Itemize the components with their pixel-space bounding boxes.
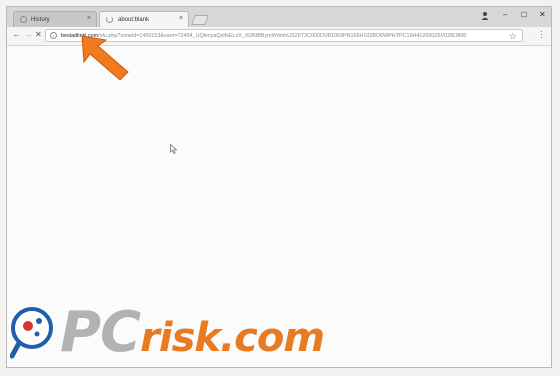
new-tab-button[interactable] (191, 15, 209, 25)
minimize-button[interactable]: – (503, 10, 507, 19)
url-path: /xfu.php?zoneid=1450153&varn=72494_UQkmy… (98, 32, 467, 39)
watermark-risk: risk.com (140, 315, 325, 361)
back-button[interactable]: ← (12, 29, 21, 39)
tab-close-icon[interactable]: × (179, 15, 183, 22)
pcrisk-logo-icon (10, 307, 53, 359)
maximize-button[interactable]: ☐ (521, 11, 527, 19)
forward-button[interactable]: → (24, 29, 33, 39)
loading-spinner-icon (106, 16, 113, 23)
tab-history[interactable]: History × (13, 11, 97, 27)
star-icon[interactable]: ☆ (509, 31, 517, 41)
annotation-arrow-icon (81, 35, 129, 81)
tab-close-icon[interactable]: × (87, 15, 91, 22)
screenshot-frame: History × about:blank × – ☐ ✕ ← → ✕ i be… (0, 0, 560, 376)
menu-icon[interactable]: · · · (540, 28, 543, 42)
profile-icon[interactable] (481, 11, 489, 20)
close-window-button[interactable]: ✕ (539, 10, 546, 19)
stop-button[interactable]: ✕ (35, 30, 42, 39)
info-icon[interactable]: i (50, 32, 57, 39)
title-bar: History × about:blank × – ☐ ✕ (7, 7, 551, 27)
pcrisk-watermark: PCrisk.com (60, 300, 325, 365)
history-icon (20, 16, 27, 23)
watermark-pc: PC (60, 300, 141, 365)
tab-label: about:blank (118, 16, 150, 23)
mouse-cursor-icon (170, 144, 178, 154)
tab-label: History (31, 16, 50, 23)
tab-about-blank[interactable]: about:blank × (99, 11, 189, 27)
